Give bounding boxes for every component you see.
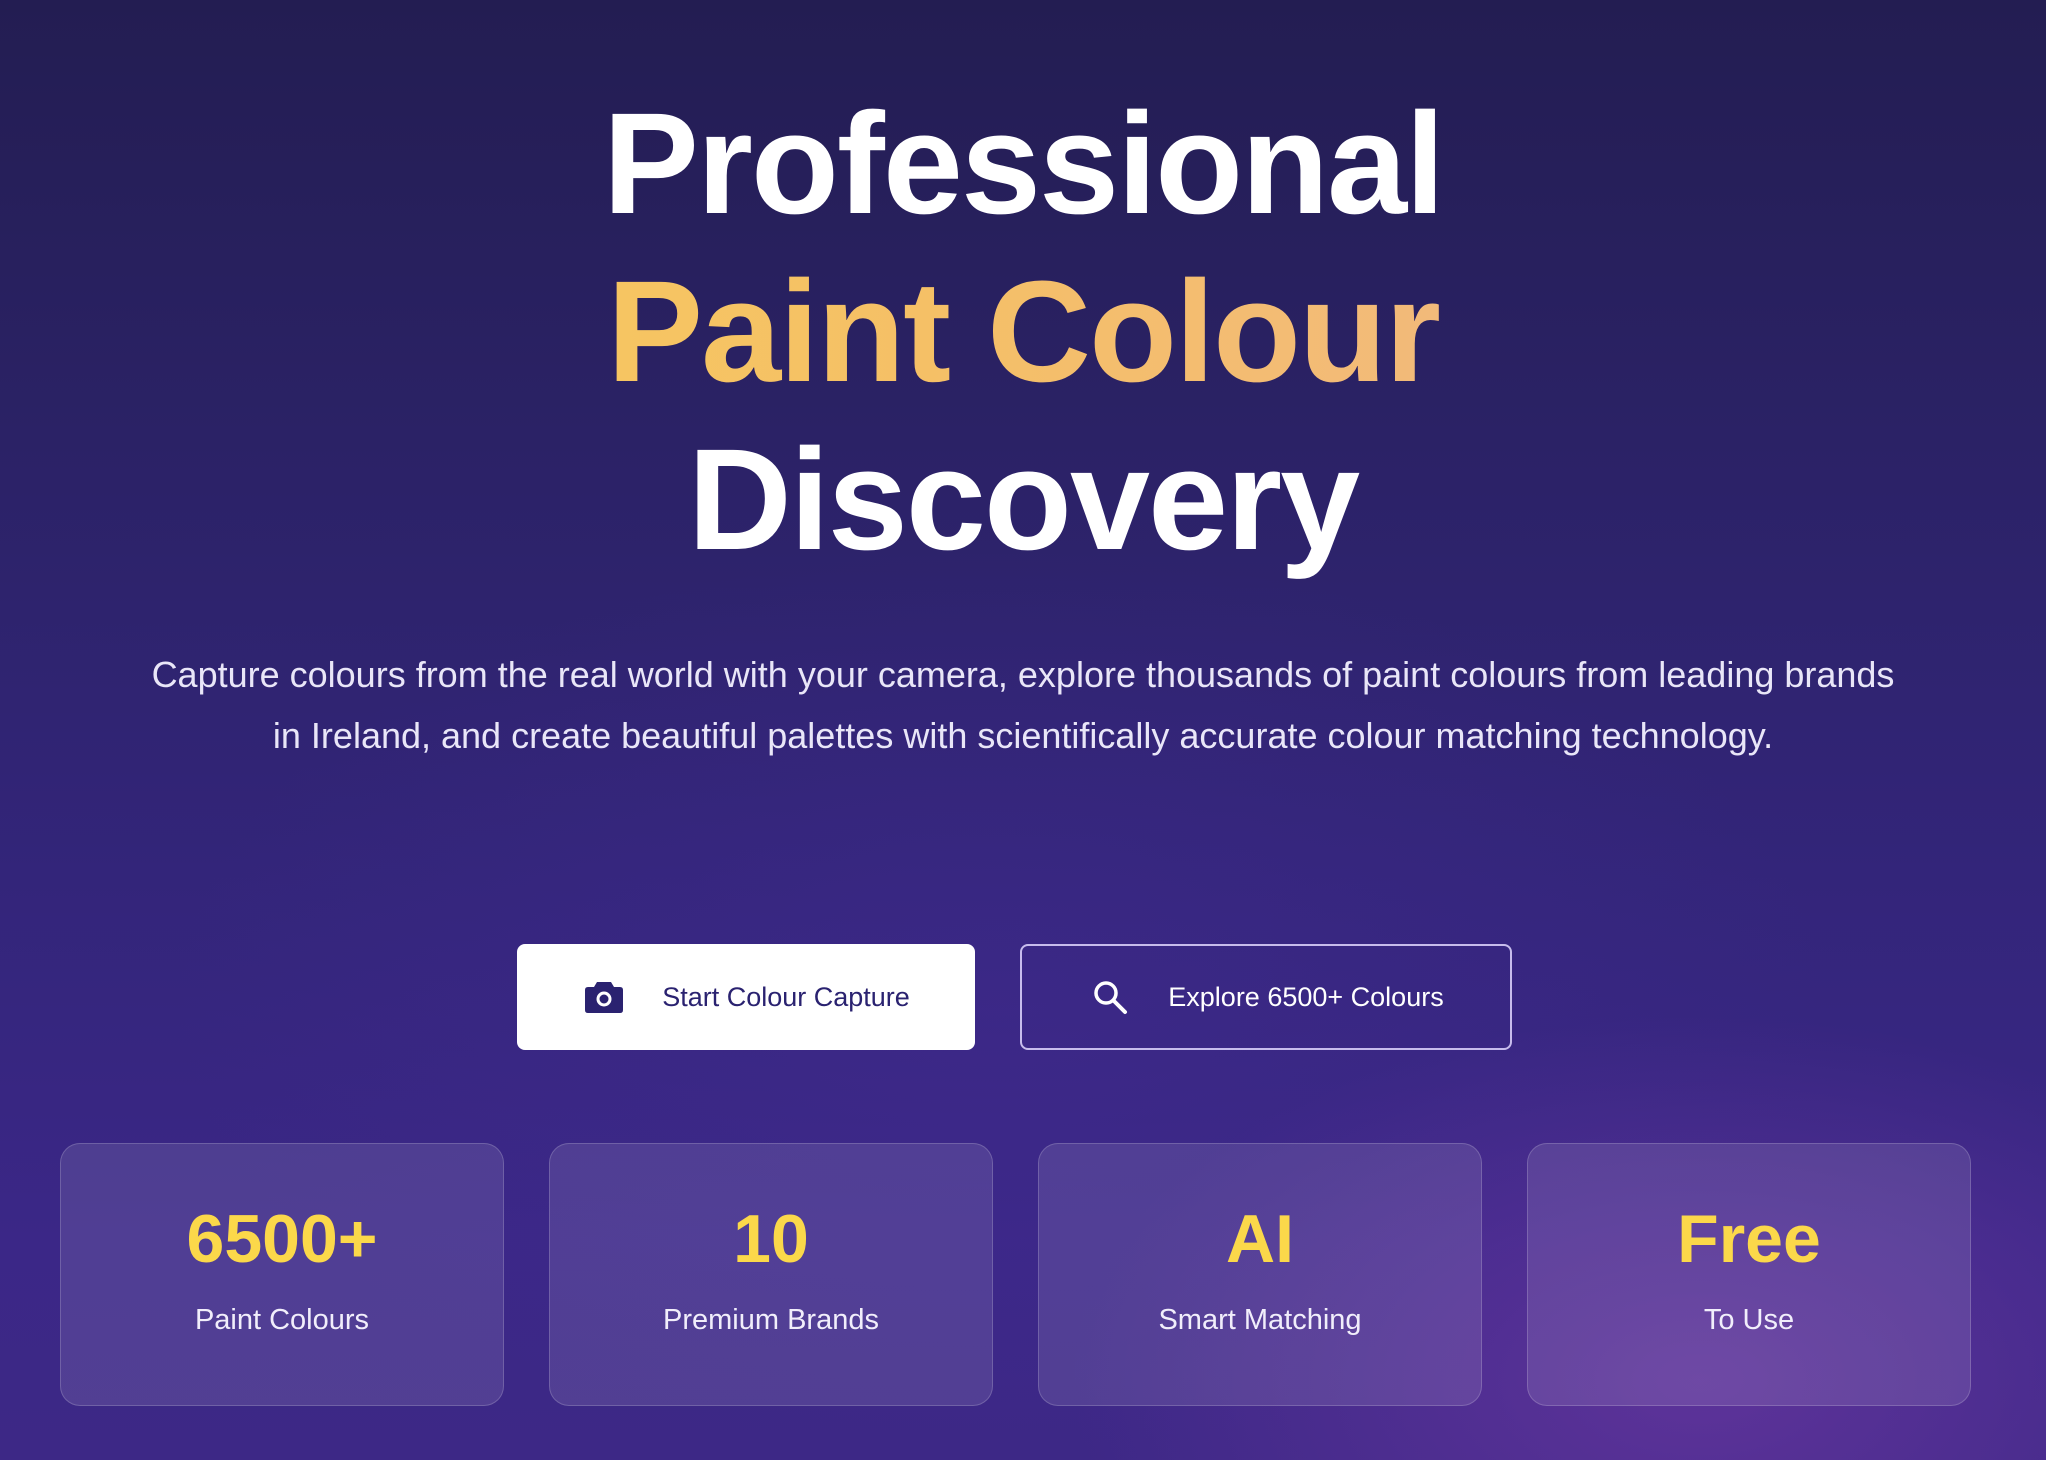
stat-value: AI <box>1226 1201 1294 1277</box>
stat-label: Smart Matching <box>1158 1304 1362 1336</box>
explore-colours-button[interactable]: Explore 6500+ Colours <box>1020 944 1512 1050</box>
start-colour-capture-label: Start Colour Capture <box>662 981 910 1012</box>
stat-card-free-to-use: Free To Use <box>1527 1143 1971 1406</box>
stat-value: 6500+ <box>186 1201 378 1277</box>
hero-title-highlight: Paint Colour <box>0 248 2046 416</box>
stat-value: 10 <box>733 1201 809 1277</box>
hero-subtitle: Capture colours from the real world with… <box>151 654 1895 756</box>
stat-value: Free <box>1677 1201 1821 1277</box>
hero-title-line-3: Discovery <box>687 419 1360 580</box>
hero-title-line-1: Professional <box>602 83 1445 244</box>
stat-card-premium-brands: 10 Premium Brands <box>549 1143 993 1406</box>
stat-label: To Use <box>1703 1304 1795 1336</box>
stat-label: Premium Brands <box>663 1304 879 1336</box>
hero-title: Professional Paint Colour Discovery <box>0 80 2046 584</box>
stat-card-paint-colours: 6500+ Paint Colours <box>60 1143 504 1406</box>
search-icon <box>1088 975 1132 1019</box>
start-colour-capture-button[interactable]: Start Colour Capture <box>517 944 975 1050</box>
camera-icon <box>582 975 626 1019</box>
stats-row: 6500+ Paint Colours 10 Premium Brands AI… <box>60 1143 1971 1406</box>
stat-card-smart-matching: AI Smart Matching <box>1038 1143 1482 1406</box>
explore-colours-label: Explore 6500+ Colours <box>1168 981 1444 1012</box>
stat-label: Paint Colours <box>194 1304 370 1336</box>
